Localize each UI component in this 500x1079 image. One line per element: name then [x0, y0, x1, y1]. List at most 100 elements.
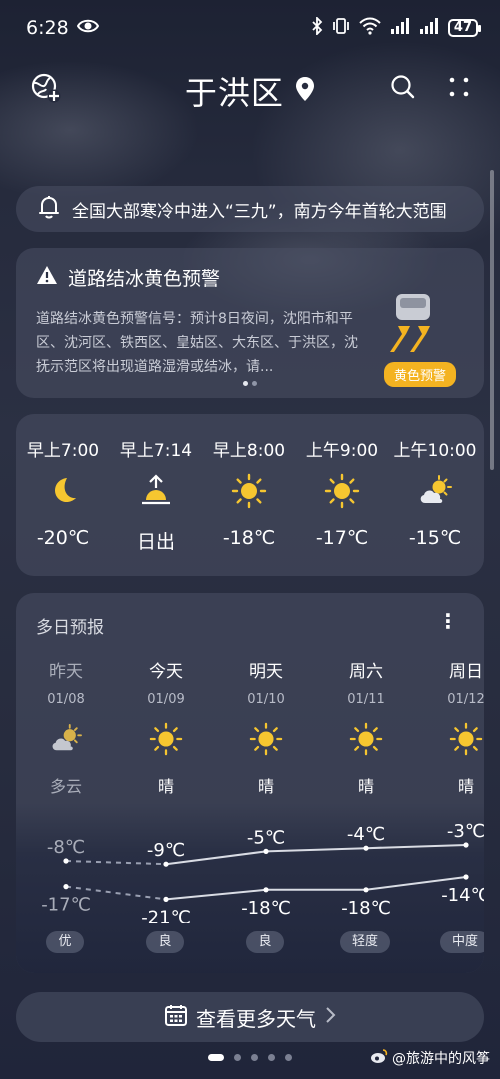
high-temp-point	[363, 845, 369, 851]
watermark: @旅游中的风筝	[370, 1048, 490, 1068]
day-column[interactable]: 周六 01/11 晴	[316, 657, 416, 797]
sun-icon	[149, 722, 183, 760]
hourly-time: 早上7:14	[119, 441, 193, 461]
low-temp-label: -18℃	[341, 898, 391, 919]
weibo-logo-icon	[370, 1048, 388, 1068]
hourly-item: 上午9:00 -17℃	[295, 414, 389, 549]
high-temp-label: -9℃	[147, 840, 185, 861]
day-weather: 晴	[257, 777, 274, 796]
day-weather: 多云	[49, 777, 82, 796]
day-date: 01/09	[147, 692, 185, 707]
low-temp-point	[163, 896, 169, 902]
more-options-icon[interactable]	[446, 72, 478, 104]
hourly-value: -20℃	[36, 527, 90, 549]
day-weather: 晴	[457, 777, 474, 796]
battery-indicator: 47	[447, 19, 482, 37]
day-date: 01/12	[447, 692, 484, 707]
low-temp-label: -17℃	[41, 895, 91, 916]
aqi-badge: 轻度	[340, 931, 390, 953]
warning-triangle-icon	[36, 265, 58, 290]
high-temp-point	[163, 861, 169, 867]
temperature-trend-chart: -8℃ -17℃ -9℃ -21℃ -5℃ -18℃ -4℃ -18℃ -3℃ -14℃	[41, 821, 484, 923]
day-weather: 晴	[357, 777, 374, 796]
eye-icon	[76, 17, 99, 39]
sun-icon	[349, 722, 383, 760]
watermark-text: @旅游中的风筝	[392, 1051, 490, 1067]
high-temp-point	[263, 848, 269, 854]
bell-icon	[38, 195, 60, 224]
news-notice-banner[interactable]: 全国大部寒冷中进入“三九”，南方今年首轮大范围	[16, 186, 484, 232]
multi-day-forecast-card[interactable]: 多日预报 ⋮ 昨天 01/08 多云 今天 01/09 晴 明天 01/10 晴…	[16, 593, 484, 973]
search-icon[interactable]	[388, 72, 420, 104]
sunrise-icon	[138, 474, 174, 512]
sun-icon	[449, 722, 483, 760]
day-column[interactable]: 今天 01/09 晴	[116, 657, 216, 797]
sun-icon	[324, 473, 360, 513]
alert-page-indicator	[16, 371, 484, 390]
day-column[interactable]: 明天 01/10 晴	[216, 657, 316, 797]
wifi-icon	[359, 17, 381, 40]
hourly-value: -17℃	[315, 527, 369, 549]
chevron-right-icon	[324, 1005, 336, 1030]
aqi-badge: 优	[46, 931, 84, 953]
moon-icon	[47, 475, 79, 511]
status-time: 6:28	[26, 17, 69, 39]
high-temp-point	[63, 858, 69, 864]
high-temp-label: -8℃	[47, 837, 85, 858]
high-temp-label: -5℃	[247, 827, 285, 848]
bluetooth-icon	[311, 15, 323, 40]
page-title[interactable]: 于洪区	[0, 68, 500, 114]
low-temp-label: -14℃	[441, 885, 484, 906]
hourly-item: 早上8:00 -18℃	[202, 414, 296, 549]
high-temp-label: -4℃	[347, 824, 385, 845]
weather-alert-card[interactable]: 道路结冰黄色预警 道路结冰黄色预警信号：预计8日夜间，沈阳市和平区、沈河区、铁西…	[16, 248, 484, 398]
day-date: 01/10	[247, 692, 285, 707]
low-temp-point	[363, 887, 369, 893]
hourly-time: 上午9:00	[305, 441, 379, 461]
high-temp-segment	[65, 860, 167, 866]
day-name: 今天	[149, 662, 183, 682]
aqi-badge: 中度	[440, 931, 484, 953]
low-temp-label: -18℃	[241, 898, 291, 919]
more-weather-label: 查看更多天气	[196, 1006, 316, 1031]
day-name: 周六	[349, 662, 383, 682]
hourly-item: 早上7:14 日出	[109, 414, 203, 554]
low-temp-point	[463, 874, 469, 880]
hourly-time: 上午10:00	[393, 441, 477, 461]
day-column[interactable]: 昨天 01/08 多云	[16, 657, 116, 797]
high-temp-segment	[365, 844, 467, 850]
signal-icon-2	[419, 17, 439, 39]
location-pin-icon	[295, 72, 315, 110]
hourly-value: -18℃	[222, 527, 276, 549]
low-temp-point	[263, 887, 269, 893]
city-name: 于洪区	[184, 74, 284, 112]
daily-more-icon[interactable]: ⋮	[438, 609, 458, 633]
day-name: 昨天	[49, 662, 83, 682]
high-temp-segment	[265, 847, 367, 853]
low-temp-label: -21℃	[141, 907, 191, 923]
aqi-badge: 良	[246, 931, 284, 953]
day-date: 01/11	[347, 692, 385, 707]
day-weather: 晴	[157, 777, 174, 796]
day-name: 周日	[449, 662, 483, 682]
day-name: 明天	[249, 662, 283, 682]
notice-text: 全国大部寒冷中进入“三九”，南方今年首轮大范围	[72, 201, 447, 222]
partly-cloudy-icon	[49, 724, 83, 758]
app-header: 于洪区	[0, 62, 500, 118]
calendar-icon	[164, 1003, 188, 1032]
icy-road-warning-icon	[384, 292, 444, 360]
hourly-item: 上午10:00 -15℃	[388, 414, 482, 549]
day-column[interactable]: 周日 01/12 晴	[416, 657, 484, 797]
sun-icon	[249, 722, 283, 760]
status-bar: 6:28 47	[0, 0, 500, 56]
hourly-forecast-card[interactable]: 早上7:00 -20℃ 早上7:14 日出 早上8:00 -18℃ 上午9:00…	[16, 414, 484, 576]
high-temp-label: -3℃	[447, 821, 484, 842]
scrollbar[interactable]	[490, 170, 494, 470]
hourly-value: -15℃	[408, 527, 462, 549]
aqi-badge: 良	[146, 931, 184, 953]
hourly-item: 早上7:00 -20℃	[16, 414, 110, 549]
alert-title: 道路结冰黄色预警	[68, 268, 221, 290]
hourly-time: 早上8:00	[212, 441, 286, 461]
more-weather-button[interactable]: 查看更多天气	[16, 992, 484, 1042]
hourly-value: 日出	[136, 531, 175, 553]
